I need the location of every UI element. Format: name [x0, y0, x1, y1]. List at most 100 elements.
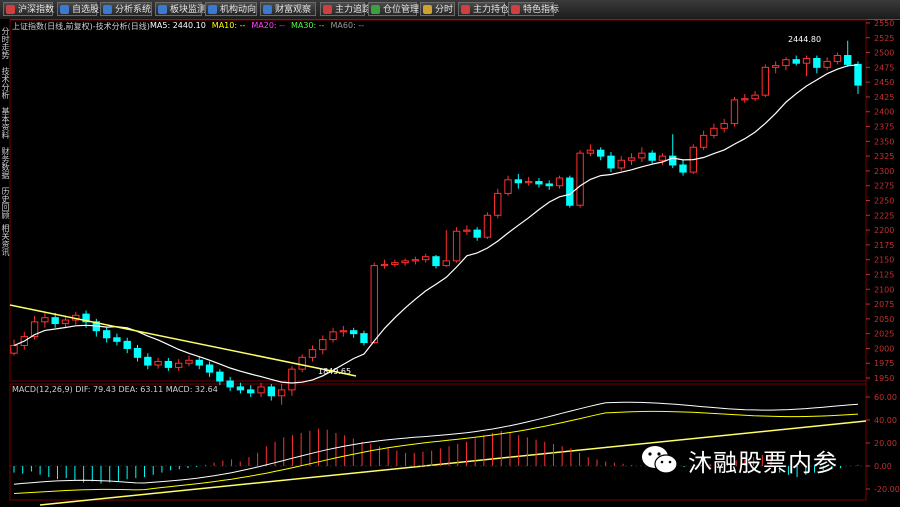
candle-body-down [360, 333, 368, 344]
candle-body-down [195, 359, 203, 366]
candle-body-down [226, 380, 234, 388]
candle-body-up [638, 152, 646, 159]
main-panel-frame [9, 19, 867, 382]
candle-body-down [247, 389, 255, 394]
candle-body-down [432, 256, 440, 267]
candle-body-up [41, 317, 49, 323]
candle-body-up [319, 339, 327, 351]
y-axis-tick-label: 2400 [874, 108, 894, 117]
candle-body-up [617, 159, 625, 169]
candle-body-up [463, 229, 471, 232]
candle-body-down [844, 55, 852, 65]
candle-body-down [123, 340, 131, 349]
candle-body-down [607, 155, 615, 169]
candle-body-down [236, 386, 245, 391]
candle-body-up [391, 262, 399, 265]
candle-body-down [679, 164, 687, 173]
high-price-label: 2444.80 [788, 35, 821, 44]
candle-body-down [102, 330, 111, 339]
candle-body-up [185, 359, 193, 364]
candle-body-down [113, 337, 121, 342]
y-axis-tick-label: 2300 [874, 167, 894, 176]
candle-body-down [267, 386, 276, 397]
candle-body-up [555, 177, 564, 187]
y-axis-tick-label: 2050 [874, 315, 894, 324]
candle-body-up [761, 66, 770, 96]
candle-body-up [751, 94, 759, 100]
candle-body-up [833, 55, 842, 62]
candle-body-up [699, 134, 708, 148]
ma-legend-item: MA20: -- [251, 21, 285, 30]
macd-y-axis-tick-label: 40.00 [874, 416, 897, 425]
y-axis-tick-label: 2475 [874, 63, 894, 72]
y-axis-tick-label: 2000 [874, 344, 894, 353]
candle-body-up [154, 360, 162, 366]
candle-body-down [648, 152, 656, 161]
candle-body-up [442, 260, 450, 267]
y-axis-tick-label: 2200 [874, 226, 894, 235]
watermark-text: 沐融股票内参 [688, 448, 838, 477]
y-axis-tick-label: 2375 [874, 123, 894, 132]
macd-y-axis-tick-label: 60.00 [874, 393, 897, 402]
kline-chart-canvas: 2550 2525 2500 2475 2450 2425 2400 2375 2350 2325… [9, 19, 900, 506]
candle-body-up [710, 127, 718, 136]
y-axis-tick-label: 2550 [874, 19, 894, 28]
y-axis-tick-label: 1950 [874, 374, 894, 383]
candle-body-down [596, 149, 605, 157]
candle-body-down [473, 229, 481, 238]
candle-body-down [164, 360, 173, 368]
ma-legend-item: MA5: 2440.10 [150, 21, 206, 30]
candle-body-down [545, 183, 553, 187]
macd-y-axis-tick-label: -20.00 [874, 485, 900, 494]
candle-body-up [771, 65, 780, 68]
ma-legend-item: MA60: -- [330, 21, 365, 30]
macd-panel-title: MACD(12,26,9) DIF: 79.43 DEA: 63.11 MACD… [12, 385, 218, 394]
candle-body-up [524, 181, 533, 184]
candle-body-up [339, 330, 348, 333]
ma-legend-item: MA30: -- [290, 21, 325, 30]
candle-body-up [370, 265, 378, 344]
y-axis-tick-label: 2525 [874, 34, 894, 43]
candle-body-down [216, 371, 224, 382]
y-axis-tick-label: 2500 [874, 49, 894, 58]
candle-body-up [627, 157, 636, 161]
candle-body-down [854, 63, 862, 86]
y-axis-tick-label: 1975 [874, 359, 894, 368]
candle-body-down [205, 364, 214, 373]
wechat-icon [640, 443, 680, 477]
candle-body-up [329, 331, 337, 341]
candle-body-up [10, 344, 18, 354]
y-axis-tick-label: 2250 [874, 197, 894, 206]
candle-body-up [61, 319, 70, 325]
y-axis-tick-label: 2025 [874, 330, 894, 339]
candle-body-down [535, 181, 543, 185]
candle-body-up [308, 349, 317, 358]
candle-body-up [257, 386, 265, 394]
candle-body-up [411, 259, 420, 262]
candle-body-up [720, 123, 728, 129]
candle-body-up [380, 263, 389, 267]
candle-body-down [133, 347, 142, 358]
downtrend-line [9, 304, 357, 377]
candle-body-up [741, 98, 749, 101]
y-axis-tick-label: 2425 [874, 93, 894, 102]
main-chart-title: 上证指数(日线,前复权)-技术分析(日线) [12, 22, 150, 31]
y-axis-tick-label: 2350 [874, 137, 894, 146]
candle-body-up [504, 179, 512, 194]
candle-body-up [174, 362, 183, 368]
y-axis-tick-label: 2175 [874, 241, 894, 250]
moving-average-legend: MA5: 2440.10 MA10: -- MA20: -- MA30: -- MA60… [150, 21, 370, 30]
low-price-label: 1849.65 [318, 367, 351, 376]
candle-body-up [576, 152, 584, 206]
candle-body-up [494, 192, 502, 216]
y-axis-tick-label: 2100 [874, 285, 894, 294]
candle-body-down [792, 59, 800, 64]
candle-body-up [298, 356, 306, 370]
candle-body-down [144, 356, 152, 366]
candle-body-up [277, 389, 286, 397]
candle-body-up [452, 230, 461, 262]
candle-body-up [802, 57, 811, 64]
candle-body-down [566, 177, 574, 206]
candle-body-down [51, 317, 59, 325]
candle-body-up [823, 60, 831, 68]
